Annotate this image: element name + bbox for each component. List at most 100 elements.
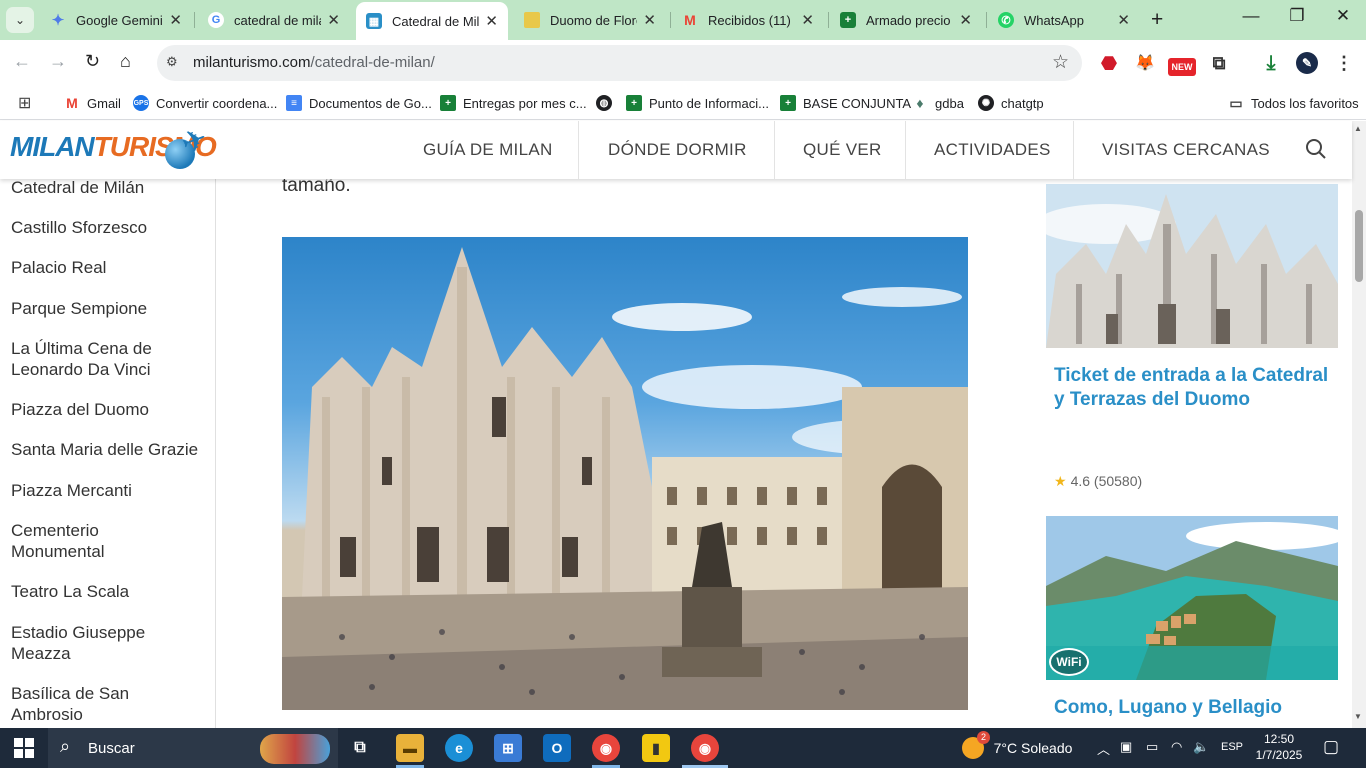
microsoft-store-icon[interactable]: ⊞	[494, 734, 522, 762]
file-explorer-icon[interactable]: ▬	[396, 734, 424, 762]
site-info-icon[interactable]: ⚙	[166, 54, 178, 70]
menu-que-ver[interactable]: QUÉ VER	[803, 121, 882, 179]
bookmark-gdba[interactable]: ♦ gdba	[912, 92, 964, 114]
metamask-extension-icon[interactable]: 🦊	[1134, 52, 1156, 74]
chrome-profile-icon[interactable]: ◉	[691, 734, 719, 762]
sidebar-item-ultima-cena[interactable]: La Última Cena de Leonardo Da Vinci	[11, 338, 181, 380]
google-g-icon: G	[208, 12, 224, 28]
tab-gemini[interactable]: ✦ Google Gemini ✕	[40, 4, 192, 36]
weather-widget[interactable]: 2 7°C Soleado	[962, 731, 1072, 759]
card-title[interactable]: Ticket de entrada a la Catedral y Terraz…	[1054, 364, 1334, 412]
menu-donde-dormir[interactable]: DÓNDE DORMIR	[608, 121, 747, 179]
edge-icon[interactable]: e	[445, 734, 473, 762]
bookmark-base-conjunta[interactable]: + BASE CONJUNTA	[780, 92, 911, 114]
forward-button[interactable]: →	[49, 51, 67, 72]
bookmark-entregas[interactable]: + Entregas por mes c...	[440, 92, 587, 114]
chrome-icon[interactable]: ◉	[592, 734, 620, 762]
close-icon[interactable]: ✕	[169, 11, 182, 29]
taskbar-search-box[interactable]: ⌕ Buscar	[48, 728, 338, 768]
page-body: Catedral de Milán Castillo Sforzesco Pal…	[0, 179, 1352, 728]
outlook-icon[interactable]: O	[543, 734, 571, 762]
bookmark-globe[interactable]: ◍	[596, 92, 619, 114]
tab-search-button[interactable]: ⌄	[6, 7, 34, 33]
tab-whatsapp[interactable]: ✆ WhatsApp ✕	[988, 4, 1140, 36]
windows-start-button[interactable]	[14, 738, 34, 758]
tab-catedral-active[interactable]: ▦ Catedral de Mila ✕	[356, 2, 508, 40]
sidebar-item-santa-maria[interactable]: Santa Maria delle Grazie	[11, 439, 211, 460]
chevron-down-icon: ⌄	[14, 13, 26, 27]
sidebar-item-catedral[interactable]: Catedral de Milán	[11, 179, 211, 198]
home-button[interactable]: ⌂	[120, 51, 131, 72]
sidebar-item-cementerio[interactable]: Cementerio Monumental	[11, 520, 141, 562]
close-window-button[interactable]: ✕	[1328, 6, 1358, 26]
chevron-up-icon[interactable]: ︿	[1097, 739, 1110, 758]
restore-button[interactable]: ❐	[1282, 6, 1312, 26]
tab-duomo-florencia[interactable]: Duomo de Flore ✕	[514, 4, 666, 36]
all-bookmarks-folder[interactable]: ▭ Todos los favoritos	[1228, 92, 1358, 114]
scroll-down-arrow-icon[interactable]: ▼	[1354, 712, 1362, 721]
close-icon[interactable]: ✕	[485, 12, 498, 30]
language-indicator[interactable]: ESP	[1221, 741, 1243, 753]
notifications-icon[interactable]: ▢	[1323, 737, 1339, 757]
system-tray-icon[interactable]: ▣	[1120, 739, 1132, 755]
close-icon[interactable]: ✕	[1117, 11, 1130, 29]
restore-icon: ❐	[1289, 6, 1305, 25]
apps-grid-icon[interactable]: ⊞	[18, 92, 31, 114]
tab-gmail[interactable]: M Recibidos (11) - ✕	[672, 4, 824, 36]
close-icon[interactable]: ✕	[643, 11, 656, 29]
profile-avatar[interactable]: ✎	[1296, 52, 1318, 74]
bookmark-gmail[interactable]: M Gmail	[64, 92, 121, 114]
tab-strip: ⌄ ✦ Google Gemini ✕ G catedral de mila ✕…	[0, 0, 1366, 40]
sidebar-item-castillo-sforzesco[interactable]: Castillo Sforzesco	[11, 217, 211, 238]
search-icon[interactable]	[1305, 138, 1327, 166]
battery-icon[interactable]: ▭	[1146, 739, 1158, 755]
activity-card-duomo[interactable]: Ticket de entrada a la Catedral y Terraz…	[1046, 184, 1338, 499]
minimize-button[interactable]: —	[1236, 6, 1266, 26]
scrollbar-thumb[interactable]	[1355, 210, 1363, 282]
new-badge-extension-icon[interactable]: NEW	[1168, 58, 1196, 76]
adblock-extension-icon[interactable]: ⬣	[1098, 52, 1120, 74]
sidebar-item-basilica[interactable]: Basílica de San Ambrosio	[11, 683, 151, 725]
bookmark-chatgtp[interactable]: ✺ chatgtp	[978, 92, 1044, 114]
lake-como-card-image: WiFi	[1046, 516, 1338, 680]
reload-icon: ↻	[85, 51, 101, 71]
tab-google-search[interactable]: G catedral de mila ✕	[198, 4, 350, 36]
sidebar-item-parque-sempione[interactable]: Parque Sempione	[11, 298, 211, 319]
powerbi-icon[interactable]: ▮	[642, 734, 670, 762]
browser-menu-icon[interactable]: ⋮	[1333, 52, 1355, 74]
sidebar-item-piazza-duomo[interactable]: Piazza del Duomo	[11, 399, 211, 420]
menu-actividades[interactable]: ACTIVIDADES	[934, 121, 1051, 179]
bookmark-star-icon[interactable]: ☆	[1052, 51, 1069, 74]
plus-icon: +	[1151, 8, 1164, 31]
close-icon[interactable]: ✕	[327, 11, 340, 29]
sidebar-item-teatro-scala[interactable]: Teatro La Scala	[11, 581, 211, 602]
activity-card-como[interactable]: WiFi Como, Lugano y Bellagio	[1046, 516, 1338, 728]
wifi-icon[interactable]: ◠	[1171, 739, 1182, 755]
gmail-icon: M	[66, 95, 78, 111]
bookmark-convertir-coordenadas[interactable]: GPS Convertir coordena...	[133, 92, 277, 114]
scroll-up-arrow-icon[interactable]: ▲	[1354, 124, 1362, 133]
download-icon[interactable]: ⤓	[1260, 52, 1282, 74]
bookmark-punto-informacion[interactable]: + Punto de Informaci...	[626, 92, 769, 114]
address-bar[interactable]: ⚙ milanturismo.com/catedral-de-milan/ ☆	[157, 45, 1082, 81]
reload-button[interactable]: ↻	[85, 51, 100, 72]
arrow-left-icon: ←	[13, 51, 31, 71]
back-button[interactable]: ←	[13, 51, 31, 72]
clock[interactable]: 12:50 1/7/2025	[1254, 731, 1304, 763]
close-icon[interactable]: ✕	[801, 11, 814, 29]
tab-armado-precio[interactable]: + Armado precio C ✕	[830, 4, 982, 36]
extensions-puzzle-icon[interactable]: ⧉	[1208, 52, 1230, 74]
card-title[interactable]: Como, Lugano y Bellagio	[1054, 696, 1334, 720]
page-scrollbar[interactable]: ▲ ▼	[1352, 121, 1366, 728]
menu-guia-de-milan[interactable]: GUÍA DE MILAN	[423, 121, 553, 179]
task-view-icon[interactable]: ⧉	[346, 734, 374, 762]
duomo-card-image	[1046, 184, 1338, 348]
sidebar-item-palacio-real[interactable]: Palacio Real	[11, 257, 211, 278]
speaker-icon[interactable]: 🔈	[1193, 739, 1209, 755]
sidebar-item-estadio[interactable]: Estadio Giuseppe Meazza	[11, 622, 171, 664]
new-tab-button[interactable]: +	[1151, 8, 1163, 32]
close-icon[interactable]: ✕	[959, 11, 972, 29]
menu-visitas-cercanas[interactable]: VISITAS CERCANAS	[1102, 121, 1270, 179]
sidebar-item-piazza-mercanti[interactable]: Piazza Mercanti	[11, 480, 211, 501]
bookmark-documentos[interactable]: ≡ Documentos de Go...	[286, 92, 432, 114]
